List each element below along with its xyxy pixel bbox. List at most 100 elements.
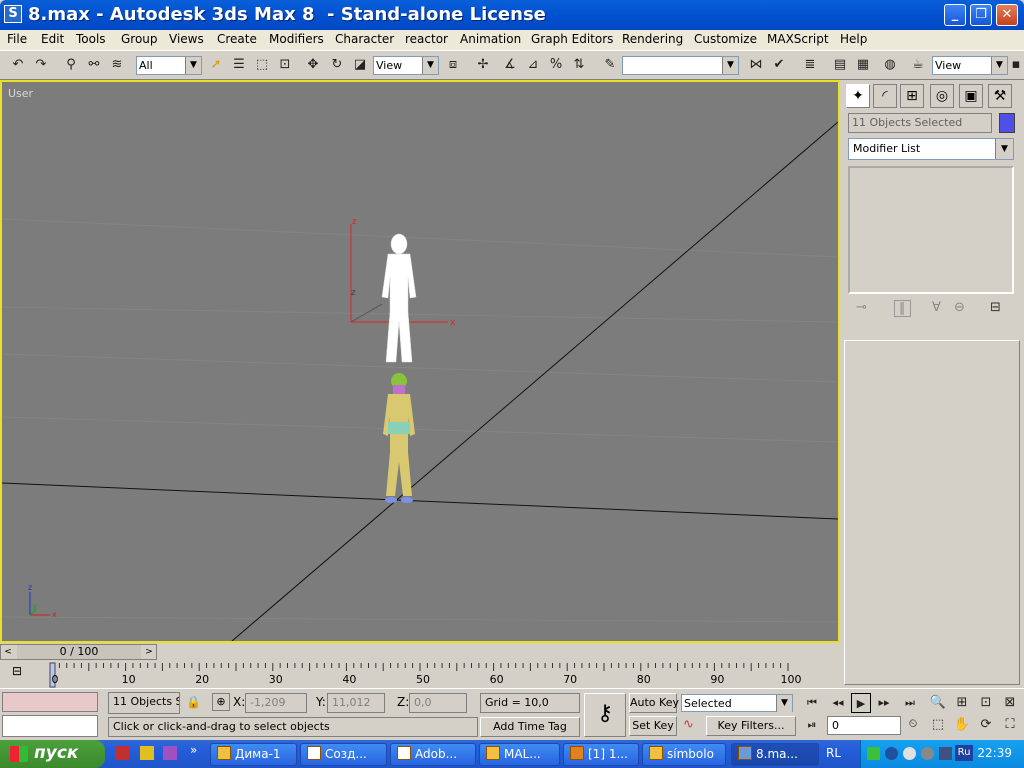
set-key-button[interactable]: Set Key	[629, 716, 677, 736]
taskbar-item-dima[interactable]: Дима-1	[210, 743, 297, 766]
angle-snap-icon[interactable]: ⊿	[523, 55, 543, 75]
quicklaunch-icon-2[interactable]	[140, 746, 154, 760]
redo-icon[interactable]: ↷	[31, 55, 51, 75]
region-zoom-icon[interactable]: ⬚	[928, 715, 948, 735]
menu-group[interactable]: Group	[121, 32, 158, 46]
quicklaunch-icon-1[interactable]	[115, 746, 129, 760]
taskbar-item-avatar[interactable]: símbolo	[642, 743, 726, 766]
menu-create[interactable]: Create	[217, 32, 257, 46]
spinner-snap-icon[interactable]: ⇅	[569, 55, 589, 75]
start-button[interactable]: пуск	[0, 740, 105, 768]
go-to-start-icon[interactable]: ⏮	[802, 693, 822, 713]
select-and-scale-icon[interactable]: ◪	[350, 55, 370, 75]
selection-filter-dropdown[interactable]: All ▼	[136, 56, 202, 75]
undo-icon[interactable]: ↶	[8, 55, 28, 75]
maximize-button[interactable]: ❐	[970, 4, 992, 26]
close-button[interactable]: ✕	[996, 4, 1018, 26]
remove-modifier-icon[interactable]: ⊖	[954, 300, 965, 315]
zoom-extents-icon[interactable]: ⊡	[976, 693, 996, 713]
configure-modifier-sets-icon[interactable]: ⊟	[990, 300, 1001, 315]
modify-tab-icon[interactable]: ◜	[873, 84, 897, 108]
menu-customize[interactable]: Customize	[694, 32, 757, 46]
maximize-viewport-icon[interactable]: ⛶	[1000, 715, 1020, 735]
align-icon[interactable]: ✔	[769, 55, 789, 75]
reference-coordinate-dropdown[interactable]: View ▼	[373, 56, 439, 75]
previous-frame-icon[interactable]: ◂◂	[828, 693, 848, 713]
menu-file[interactable]: File	[7, 32, 27, 46]
hierarchy-tab-icon[interactable]: ⊞	[900, 84, 924, 108]
track-bar[interactable]: ⊟ 0 10 20 30 40 50 60 70 80 90 100	[0, 661, 840, 688]
modifier-stack[interactable]	[848, 166, 1014, 294]
maxscript-listener-pink[interactable]	[2, 692, 98, 712]
render-scene-icon[interactable]: ☕	[908, 55, 928, 75]
menu-maxscript[interactable]: MAXScript	[767, 32, 829, 46]
tray-icon-4[interactable]	[921, 747, 934, 760]
create-tab-icon[interactable]: ✦	[846, 84, 870, 108]
z-coordinate-field[interactable]: 0,0	[409, 693, 467, 713]
manipulate-icon[interactable]: ✢	[473, 55, 493, 75]
object-selection-field[interactable]: 11 Objects Selected	[848, 113, 992, 133]
object-color-swatch[interactable]	[999, 113, 1015, 133]
zoom-icon[interactable]: 🔍	[928, 693, 948, 713]
user-viewport[interactable]: z x z z x y User	[0, 80, 840, 643]
display-tab-icon[interactable]: ▣	[959, 84, 983, 108]
tray-icon-3[interactable]	[903, 747, 916, 760]
viewport-label[interactable]: User	[8, 87, 33, 100]
schematic-view-icon[interactable]: ▦	[853, 55, 873, 75]
taskbar-item-browser[interactable]: [1] 1...	[563, 743, 639, 766]
taskbar-item-3dsmax[interactable]: 8.ma...	[731, 743, 819, 766]
pan-icon[interactable]: ✋	[952, 715, 972, 735]
menu-animation[interactable]: Animation	[460, 32, 521, 46]
tray-icon-1[interactable]	[867, 747, 880, 760]
key-icon[interactable]: ⚷	[584, 693, 626, 737]
x-coordinate-field[interactable]: -1,209	[245, 693, 307, 713]
menu-views[interactable]: Views	[169, 32, 204, 46]
select-and-rotate-icon[interactable]: ↻	[327, 55, 347, 75]
taskbar-item-mal[interactable]: MAL...	[479, 743, 560, 766]
quicklaunch-more-icon[interactable]: »	[190, 743, 197, 757]
unlink-icon[interactable]: ⚯	[84, 55, 104, 75]
lock-selection-icon[interactable]: 🔒	[186, 695, 201, 709]
quicklaunch-icon-3[interactable]	[163, 746, 177, 760]
snap-toggle-icon[interactable]: ∡	[500, 55, 520, 75]
mirror-icon[interactable]: ⋈	[746, 55, 766, 75]
make-unique-icon[interactable]: ∀	[932, 300, 941, 315]
menu-modifiers[interactable]: Modifiers	[269, 32, 324, 46]
menu-edit[interactable]: Edit	[41, 32, 64, 46]
key-filters-button[interactable]: Key Filters...	[706, 716, 796, 736]
menu-help[interactable]: Help	[840, 32, 867, 46]
default-in-out-tangents-icon[interactable]: ∿	[683, 717, 694, 732]
percent-snap-icon[interactable]: %	[546, 55, 566, 75]
zoom-extents-all-icon[interactable]: ⊠	[1000, 693, 1020, 713]
bind-to-space-warp-icon[interactable]: ≋	[107, 55, 127, 75]
pivot-center-icon[interactable]: ⧈	[443, 55, 463, 75]
auto-key-button[interactable]: Auto Key	[629, 693, 679, 713]
go-to-end-icon[interactable]: ⏭	[900, 693, 920, 713]
select-by-name-icon[interactable]: ☰	[229, 55, 249, 75]
rectangular-selection-icon[interactable]: ⬚	[252, 55, 272, 75]
menu-rendering[interactable]: Rendering	[622, 32, 683, 46]
minimize-button[interactable]: _	[944, 4, 966, 26]
play-icon[interactable]: ▶	[851, 693, 871, 713]
window-crossing-icon[interactable]: ⊡	[275, 55, 295, 75]
arc-rotate-icon[interactable]: ⟳	[976, 715, 996, 735]
key-mode-dropdown[interactable]: Selected ▼	[681, 694, 793, 712]
tray-icon-5[interactable]	[939, 747, 952, 760]
next-frame-icon[interactable]: ▸▸	[874, 693, 894, 713]
pin-stack-icon[interactable]: ⊸	[856, 300, 867, 315]
menu-character[interactable]: Character	[335, 32, 394, 46]
utilities-tab-icon[interactable]: ⚒	[988, 84, 1012, 108]
key-mode-toggle-icon[interactable]: ⏯	[802, 715, 822, 735]
taskbar-item-adobe[interactable]: Adob...	[390, 743, 476, 766]
add-time-tag-button[interactable]: Add Time Tag	[480, 717, 580, 737]
language-indicator[interactable]: RL	[826, 746, 841, 760]
select-and-move-icon[interactable]: ✥	[303, 55, 323, 75]
tray-icon-2[interactable]	[885, 747, 898, 760]
time-slider-prev[interactable]: <	[1, 645, 15, 659]
select-object-icon[interactable]: ➚	[206, 55, 226, 75]
current-frame-field[interactable]: 0	[827, 716, 901, 735]
edit-named-selection-icon[interactable]: ✎	[600, 55, 620, 75]
render-view-dropdown[interactable]: View ▼	[932, 56, 1008, 75]
time-configuration-icon[interactable]: ⏲	[903, 714, 923, 734]
show-end-result-icon[interactable]: ∥	[894, 300, 911, 317]
